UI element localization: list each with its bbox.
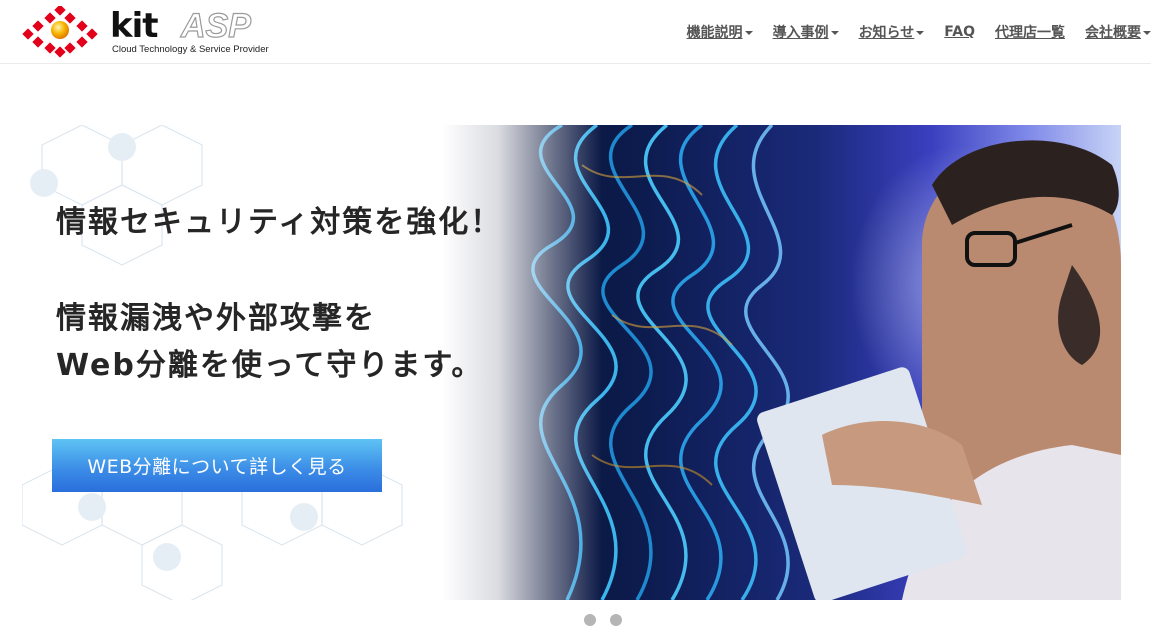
nav-item-faq[interactable]: FAQ — [944, 24, 975, 40]
web-isolation-details-button[interactable]: WEB分離について詳しく見る — [52, 439, 382, 492]
caret-down-icon — [830, 31, 839, 35]
touch-icon — [290, 503, 318, 531]
logo-asp-text: ASP — [180, 6, 251, 45]
carousel-dot-2[interactable] — [610, 614, 622, 626]
hero-subheadline-line1: 情報漏洩や外部攻撃を — [56, 301, 376, 336]
site-logo[interactable]: kit ASP Cloud Technology & Service Provi… — [20, 6, 269, 58]
caret-down-icon — [1143, 31, 1151, 35]
nav-item-label: FAQ — [944, 24, 975, 40]
nav-item-agencies[interactable]: 代理店一覧 — [995, 22, 1065, 42]
wifi-icon — [30, 169, 58, 197]
hero-subheadline-line2: Web分離を使って守ります。 — [56, 348, 484, 383]
carousel-dot-1[interactable] — [584, 614, 596, 626]
link-icon — [78, 493, 106, 521]
caret-down-icon — [916, 31, 925, 35]
site-header: kit ASP Cloud Technology & Service Provi… — [0, 0, 1151, 64]
carousel-indicators — [584, 614, 636, 626]
caret-down-icon — [744, 31, 753, 35]
main-nav: 機能説明 導入事例 お知らせ FAQ 代理店一覧 会社概要 — [667, 20, 1151, 44]
hero-slider: 情報セキュリティ対策を強化！ 情報漏洩や外部攻撃を Web分離を使って守ります。… — [22, 125, 1121, 600]
nav-item-case-studies[interactable]: 導入事例 — [773, 22, 839, 42]
nav-item-label: 代理店一覧 — [995, 25, 1065, 41]
nav-item-news[interactable]: お知らせ — [859, 22, 925, 42]
nav-item-label: 導入事例 — [772, 25, 829, 41]
nav-item-features[interactable]: 機能説明 — [687, 22, 753, 42]
logo-kit-text: kit — [110, 6, 159, 46]
refresh-icon — [153, 543, 181, 571]
logo-tagline: Cloud Technology & Service Provider — [112, 44, 269, 55]
nav-item-label: 会社概要 — [1085, 25, 1141, 41]
hero-headline: 情報セキュリティ対策を強化！ — [56, 205, 503, 240]
gear-icon — [108, 133, 136, 161]
nav-item-company[interactable]: 会社概要 — [1085, 22, 1151, 42]
nav-item-label: お知らせ — [858, 25, 915, 41]
nav-item-label: 機能説明 — [686, 25, 743, 41]
logo-mark-icon — [22, 6, 98, 58]
